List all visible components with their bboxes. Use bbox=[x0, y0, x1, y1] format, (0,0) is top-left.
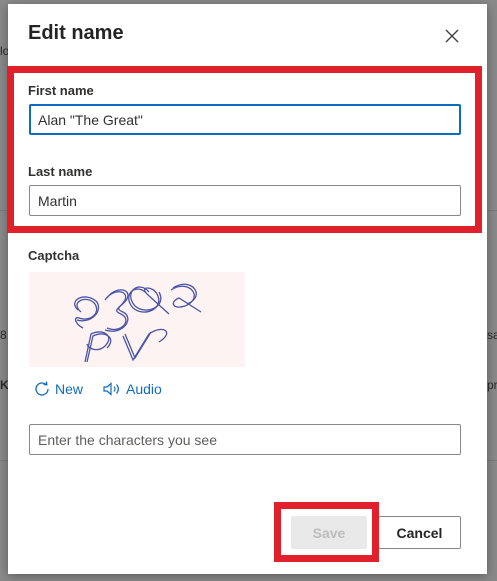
dialog-title: Edit name bbox=[28, 22, 124, 44]
save-button[interactable]: Save bbox=[291, 516, 367, 549]
audio-captcha-label: Audio bbox=[126, 381, 162, 397]
speaker-icon bbox=[103, 382, 119, 396]
background-divider bbox=[0, 460, 8, 461]
new-captcha-button[interactable]: New bbox=[33, 379, 83, 399]
background-divider bbox=[487, 460, 497, 461]
edit-name-dialog: Edit name First name Last name Captcha bbox=[7, 4, 487, 574]
last-name-label: Last name bbox=[28, 164, 93, 179]
background-text: pr bbox=[487, 378, 497, 392]
captcha-image bbox=[29, 272, 245, 367]
captcha-label: Captcha bbox=[28, 248, 80, 263]
background-text: sa bbox=[487, 328, 497, 342]
close-icon bbox=[445, 29, 459, 43]
background-divider bbox=[487, 210, 497, 211]
first-name-input[interactable] bbox=[29, 104, 461, 135]
close-button[interactable] bbox=[442, 26, 462, 46]
last-name-input[interactable] bbox=[29, 185, 461, 216]
cancel-button[interactable]: Cancel bbox=[378, 516, 461, 549]
captcha-input[interactable] bbox=[29, 424, 461, 455]
background-divider bbox=[0, 210, 8, 211]
new-captcha-label: New bbox=[55, 381, 84, 397]
refresh-icon bbox=[35, 381, 49, 396]
audio-captcha-button[interactable]: Audio bbox=[102, 379, 162, 399]
background-text: 8 bbox=[0, 328, 7, 342]
first-name-label: First name bbox=[28, 83, 94, 98]
captcha-glyphs bbox=[74, 283, 202, 363]
